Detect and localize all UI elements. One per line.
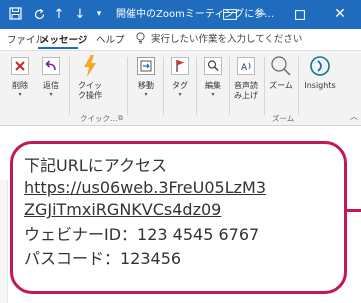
insights-label: Insights [304, 81, 336, 90]
lightbulb-icon [136, 32, 145, 47]
read-aloud-button[interactable]: A 音声読み上げ [230, 55, 262, 101]
menu-message[interactable]: メッセージ [40, 32, 87, 46]
passcode-text: パスコード：123456 [24, 249, 182, 268]
tell-me-placeholder: 実行したい作業を入力してください [151, 34, 303, 45]
active-tab-indicator [38, 47, 78, 49]
menu-help[interactable]: ヘルプ [96, 32, 125, 46]
insights-button[interactable]: Insights [301, 55, 339, 91]
save-icon[interactable] [6, 0, 24, 29]
group-separator [69, 57, 70, 115]
search-icon [198, 55, 228, 77]
zoom-icon [266, 55, 296, 77]
editing-label: 編集 [205, 81, 221, 90]
group-separator [127, 57, 128, 115]
previous-item-arrow-icon[interactable]: ↑ [52, 0, 66, 29]
ribbon: 削除 ▾ 返信 ▾ クイック操作 クイック… ⧉ 移動 ▾ タグ ▾ 編集 ▾ … [0, 50, 361, 126]
access-url-heading: 下記URLにアクセス [24, 156, 167, 175]
chevron-down-icon: ▾ [144, 91, 148, 98]
close-button[interactable]: ✕ [325, 0, 355, 29]
chevron-down-icon: ▾ [211, 91, 215, 98]
delete-button[interactable]: 削除 ▾ [5, 55, 35, 99]
zoom-button[interactable]: ズーム [266, 55, 296, 91]
flag-icon [165, 55, 195, 77]
editing-button[interactable]: 編集 ▾ [198, 55, 228, 99]
reply-arrow-icon [36, 55, 66, 77]
title-bar: ↑ ↓ ▾ 開催中のZoomミーティングに参… ─ ✕ [0, 0, 361, 29]
next-item-arrow-icon[interactable]: ↓ [73, 0, 87, 29]
callout-pointer-line [346, 209, 361, 212]
chevron-down-icon: ▾ [49, 91, 53, 98]
group-separator [298, 57, 299, 115]
move-icon [131, 55, 161, 77]
collapse-ribbon-icon[interactable]: ︿ [350, 111, 358, 122]
quick-group-label: クイック… [80, 114, 118, 123]
lightning-icon [74, 55, 106, 77]
minimize-button[interactable]: ─ [249, 0, 275, 29]
reply-label: 返信 [43, 81, 59, 90]
svg-text:A: A [241, 63, 248, 73]
quick-steps-button[interactable]: クイック操作 [74, 55, 106, 101]
tell-me-search[interactable]: 実行したい作業を入力してください [136, 31, 302, 47]
delete-x-icon [5, 55, 35, 77]
left-pane-edge [0, 180, 8, 303]
quick-steps-label: クイック操作 [78, 81, 102, 100]
undo-icon[interactable] [31, 0, 47, 29]
read-aloud-icon: A [230, 55, 262, 77]
ribbon-display-options-icon[interactable] [222, 0, 238, 29]
reply-button[interactable]: 返信 ▾ [36, 55, 66, 99]
menu-bar: ファイル メッセージ ヘルプ 実行したい作業を入力してください [0, 29, 361, 50]
zoom-group-label: ズーム [272, 114, 295, 123]
customize-toolbar-icon[interactable]: ▾ [93, 0, 105, 29]
zoom-label: ズーム [269, 81, 293, 90]
move-button[interactable]: 移動 ▾ [131, 55, 161, 99]
maximize-button[interactable] [287, 0, 313, 29]
group-separator [264, 57, 265, 115]
group-separator [163, 57, 164, 115]
chevron-down-icon: ▾ [178, 91, 182, 98]
read-aloud-label: 音声読み上げ [234, 81, 258, 100]
group-separator [196, 57, 197, 115]
chevron-down-icon: ▾ [18, 91, 22, 98]
webinar-id-text: ウェビナーID：123 4545 6767 [24, 225, 260, 244]
meeting-url-link[interactable]: https://us06web.3FreU05LzM3 [24, 177, 266, 199]
group-launcher-icon[interactable]: ⧉ [118, 114, 123, 123]
delete-label: 削除 [12, 81, 28, 90]
meeting-url-link-continued[interactable]: ZGJiTmxiRGNKVCs4dz09 [24, 199, 221, 221]
tags-label: タグ [172, 81, 188, 90]
insights-icon [301, 55, 339, 77]
tags-button[interactable]: タグ ▾ [165, 55, 195, 99]
move-label: 移動 [138, 81, 154, 90]
